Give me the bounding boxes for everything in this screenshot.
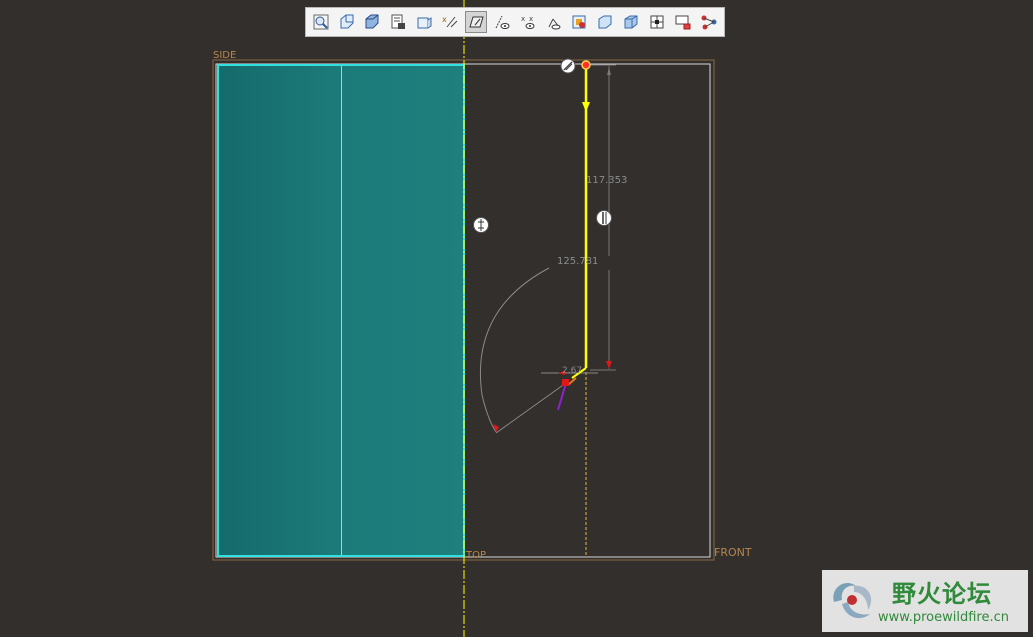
sketch-setup-button[interactable]: [672, 11, 693, 33]
svg-text:x: x: [529, 15, 533, 23]
saved-orientations-icon: [391, 14, 406, 29]
svg-text:x: x: [521, 15, 525, 23]
overlapping-geometry-button[interactable]: [646, 11, 667, 33]
shade-closed-loops-icon: [598, 15, 612, 29]
zoom-in-button[interactable]: [336, 11, 357, 33]
refit-view-icon: [313, 14, 329, 30]
forum-logo-icon: [833, 583, 872, 619]
front-plane-label: FRONT: [714, 546, 752, 559]
watermark-url: www.proewildfire.cn: [878, 610, 1009, 625]
display-style-button[interactable]: [362, 11, 383, 33]
svg-text:x: x: [442, 15, 447, 24]
vertex-display-icon: [572, 15, 586, 29]
highlight-open-ends-button[interactable]: [621, 11, 642, 33]
top-plane-label: TOP: [466, 550, 487, 561]
watermark-title: 野火论坛: [892, 580, 992, 608]
dimension-arc: [479, 267, 550, 433]
grid-display-icon: [548, 18, 561, 30]
references-button[interactable]: [698, 11, 719, 33]
refit-view-button[interactable]: [310, 11, 331, 33]
constraint-equal-icon[interactable]: [560, 58, 576, 74]
dimension-radius-leader: [495, 382, 567, 434]
highlight-open-ends-icon: [624, 15, 638, 29]
constraint-vertical-icon[interactable]: [596, 210, 612, 226]
dimension-display-icon: [495, 15, 510, 29]
view-manager-button[interactable]: [414, 11, 435, 33]
constraints-display-icon: xx: [521, 15, 535, 29]
datum-display-filters-button[interactable]: x: [439, 11, 460, 33]
dimension-arrow-top: [607, 67, 611, 75]
references-icon: [701, 15, 717, 30]
sketch-point-red[interactable]: [562, 379, 569, 386]
graphics-toolbar: x xx: [305, 7, 725, 37]
grid-display-button[interactable]: [543, 11, 564, 33]
graphics-window[interactable]: SIDE TOP FRONT 117.353 125.781 2.67 x x …: [0, 0, 1033, 637]
sketch-endpoint[interactable]: [581, 60, 591, 70]
vertex-display-button[interactable]: [569, 11, 590, 33]
dimension-small-value[interactable]: 2.67: [562, 366, 582, 376]
dimension-height-value[interactable]: 117.353: [586, 175, 627, 186]
overlapping-geometry-icon: [650, 15, 664, 29]
construction-stub-orange: [567, 377, 577, 386]
side-plane-label: SIDE: [213, 50, 237, 61]
sketch-canvas[interactable]: [0, 0, 1033, 637]
dimension-radius-value[interactable]: 125.781: [557, 256, 598, 267]
sketch-direction-arrow: [582, 102, 590, 112]
sketch-view-icon: [469, 16, 484, 28]
saved-orientations-button[interactable]: [388, 11, 409, 33]
construction-stub-purple: [557, 382, 567, 411]
zoom-in-icon: [340, 14, 354, 29]
display-style-icon: [365, 14, 379, 29]
constraint-symmetric-icon[interactable]: [473, 217, 489, 233]
dimension-arrow-bottom: [606, 361, 612, 369]
sketch-view-button[interactable]: [465, 11, 487, 33]
dimension-display-button[interactable]: [491, 11, 512, 33]
shade-closed-loops-button[interactable]: [595, 11, 616, 33]
sketch-setup-icon: [675, 15, 691, 30]
datum-display-filters-icon: x: [442, 15, 458, 28]
view-manager-icon: [417, 17, 432, 29]
forum-watermark: 野火论坛 www.proewildfire.cn: [822, 570, 1028, 632]
constraints-display-button[interactable]: xx: [517, 11, 538, 33]
